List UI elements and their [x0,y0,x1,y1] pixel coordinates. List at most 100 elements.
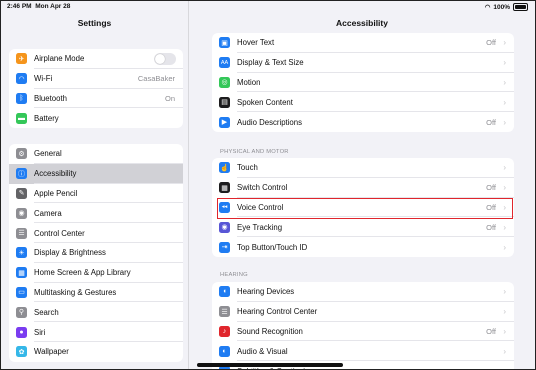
sound-recognition-icon: ♪ [219,325,230,337]
setting-row-hover-text[interactable]: ▣ Hover Text Off › [212,33,514,53]
sidebar-item-label: Search [34,307,59,317]
setting-row-value: Off [486,117,496,127]
chevron-right-icon: › [503,287,506,297]
sidebar-item-wallpaper[interactable]: ✿ Wallpaper [9,342,183,362]
setting-row-label: Top Button/Touch ID [237,242,308,252]
status-date: Mon Apr 28 [35,3,71,10]
setting-row-eye-tracking[interactable]: ◉ Eye Tracking Off › [212,217,514,237]
setting-row-top-button-touch-id[interactable]: ⇥ Top Button/Touch ID › [212,237,514,257]
section-header-hearing: HEARING [220,272,248,278]
audio-visual-icon: ◐ [219,345,230,357]
chevron-right-icon: › [503,222,506,232]
multitasking-icon: ▭ [16,286,27,298]
setting-row-hearing-devices[interactable]: ◖ Hearing Devices › [212,282,514,302]
airplane-mode-toggle[interactable] [154,52,176,65]
setting-row-label: Audio Descriptions [237,117,303,127]
bluetooth-icon: ᛒ [16,92,27,104]
setting-row-audio-visual[interactable]: ◐ Audio & Visual › [212,341,514,361]
setting-row-value: Off [486,222,496,232]
setting-row-touch[interactable]: ☝ Touch › [212,158,514,178]
chevron-right-icon: › [503,242,506,252]
camera-icon: ◉ [16,207,27,219]
setting-row-spoken-content[interactable]: ▤ Spoken Content › [212,92,514,112]
sidebar-item-bluetooth[interactable]: ᛒ Bluetooth On [9,89,183,109]
switch-control-icon: ▦ [219,182,230,194]
chevron-right-icon: › [503,183,506,193]
accessibility-panel: Accessibility ▣ Hover Text Off › AA Display &… [189,1,535,369]
sidebar-item-siri[interactable]: ● Siri [9,322,183,342]
wifi-status-icon: ◠ [484,4,491,11]
sidebar-item-accessibility[interactable]: ⓘ Accessibility [9,163,183,184]
ipad-screen: Settings ✈ Airplane Mode ◠ Wi-Fi CasaBaker ᛒ B… [0,0,536,370]
sidebar-item-home-screen-app-library[interactable]: ▦ Home Screen & App Library [9,263,183,283]
status-bar: 2:46 PM Mon Apr 28 ◠ 100% [1,1,535,13]
sidebar-item-camera[interactable]: ◉ Camera [9,203,183,223]
battery-icon: ▬ [16,112,27,124]
wallpaper-icon: ✿ [16,346,27,358]
motion-icon: ◎ [219,76,230,88]
sidebar-item-airplane-mode[interactable]: ✈ Airplane Mode [9,49,183,69]
setting-row-hearing-control-center[interactable]: ☰ Hearing Control Center › [212,302,514,322]
section-header-physical: PHYSICAL AND MOTOR [220,149,289,155]
setting-row-label: Touch [237,163,258,173]
setting-row-label: Sound Recognition [237,326,303,336]
sidebar: Settings ✈ Airplane Mode ◠ Wi-Fi CasaBaker ᛒ B… [1,1,189,369]
hearing-group: ◖ Hearing Devices › ☰ Hearing Control Center… [212,282,514,369]
sidebar-item-battery[interactable]: ▬ Battery [9,108,183,128]
search-icon: ⚲ [16,306,27,318]
sidebar-item-wi-fi[interactable]: ◠ Wi-Fi CasaBaker [9,69,183,89]
sidebar-item-control-center[interactable]: ☰ Control Center [9,223,183,243]
setting-row-sound-recognition[interactable]: ♪ Sound Recognition Off › [212,322,514,342]
sidebar-item-value: On [164,93,175,103]
pencil-icon: ✎ [16,187,27,199]
sidebar-item-multitasking-gestures[interactable]: ▭ Multitasking & Gestures [9,283,183,303]
chevron-right-icon: › [503,117,506,127]
setting-row-audio-descriptions[interactable]: ▶ Audio Descriptions Off › [212,112,514,132]
setting-row-label: Eye Tracking [237,222,283,232]
hearing-control-icon: ☰ [219,306,230,318]
siri-icon: ● [16,326,27,338]
page-title: Accessibility [336,18,388,28]
sidebar-item-search[interactable]: ⚲ Search [9,302,183,322]
airplane-icon: ✈ [16,53,27,65]
sidebar-item-label: Bluetooth [34,93,67,103]
chevron-right-icon: › [503,326,506,336]
gear-icon: ⚙ [16,148,27,160]
setting-row-label: Audio & Visual [237,346,288,356]
home-screen-icon: ▦ [16,267,27,279]
audio-descriptions-icon: ▶ [219,116,230,128]
sidebar-item-label: Display & Brightness [34,248,106,258]
setting-row-label: Spoken Content [237,97,293,107]
sidebar-item-label: Wallpaper [34,347,69,357]
sidebar-item-apple-pencil[interactable]: ✎ Apple Pencil [9,184,183,204]
sidebar-item-label: Accessibility [34,169,77,179]
sidebar-item-display-brightness[interactable]: ☀ Display & Brightness [9,243,183,263]
home-indicator[interactable] [197,363,343,367]
chevron-right-icon: › [503,163,506,173]
eye-tracking-icon: ◉ [219,221,230,233]
setting-row-value: Off [486,183,496,193]
sidebar-group-connectivity: ✈ Airplane Mode ◠ Wi-Fi CasaBaker ᛒ Bluetooth O… [9,49,183,129]
setting-row-label: Hover Text [237,38,275,48]
setting-row-label: Subtitles & Captioning [237,367,314,369]
setting-row-motion[interactable]: ◎ Motion › [212,73,514,93]
chevron-right-icon: › [503,97,506,107]
text-size-icon: AA [219,57,230,69]
sidebar-item-label: General [34,149,62,159]
setting-row-display-text-size[interactable]: AA Display & Text Size › [212,53,514,73]
chevron-right-icon: › [503,307,506,317]
wifi-icon: ◠ [16,73,27,85]
sidebar-item-label: Airplane Mode [34,54,85,64]
touch-icon: ☝ [219,162,230,174]
chevron-right-icon: › [503,77,506,87]
hover-text-icon: ▣ [219,37,230,49]
sidebar-item-label: Control Center [34,228,85,238]
setting-row-value: Off [486,326,496,336]
setting-row-label: Switch Control [237,183,288,193]
setting-row-switch-control[interactable]: ▦ Switch Control Off › [212,178,514,198]
sidebar-item-general[interactable]: ⚙ General [9,144,183,164]
chevron-right-icon: › [503,38,506,48]
setting-row-value: Off [486,38,496,48]
sidebar-item-label: Siri [34,327,46,337]
battery-percent: 100% [493,3,510,11]
